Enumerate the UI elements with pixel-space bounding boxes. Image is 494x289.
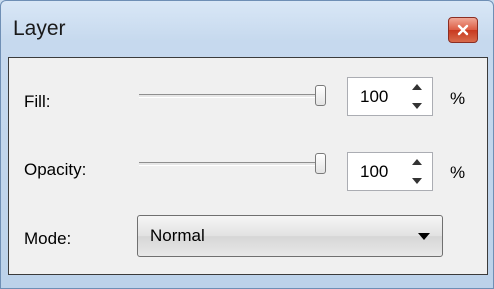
opacity-spin-up-button[interactable] [402,153,432,171]
down-arrow-icon [412,178,422,184]
opacity-spin-down-button[interactable] [402,172,432,190]
fill-value-input[interactable]: 100 [360,87,388,107]
opacity-unit: % [450,163,466,182]
fill-spin-buttons [402,78,432,115]
layer-settings-panel: Fill: 100 % Opacity: 100 % Mode: Normal [8,57,488,275]
up-arrow-icon [412,159,422,165]
dropdown-arrow-icon [418,233,430,240]
opacity-slider-track[interactable] [139,162,324,166]
mode-label: Mode: [24,229,72,248]
fill-slider-track[interactable] [139,94,324,98]
opacity-value-input[interactable]: 100 [360,162,388,182]
dialog-title: Layer [13,17,66,40]
fill-label: Fill: [24,92,51,111]
opacity-spinbox: 100 [347,152,433,191]
fill-unit: % [450,89,466,108]
layer-dialog: Layer Fill: 100 % Opacity: 100 % Mode: N… [0,0,494,289]
close-button[interactable] [448,17,478,43]
mode-selected-value: Normal [150,226,205,245]
down-arrow-icon [412,103,422,109]
fill-spin-down-button[interactable] [402,97,432,115]
opacity-spin-buttons [402,153,432,190]
fill-spinbox: 100 [347,77,433,116]
close-icon [457,24,469,36]
fill-spin-up-button[interactable] [402,78,432,96]
fill-slider-thumb[interactable] [315,85,326,106]
opacity-label: Opacity: [24,160,87,179]
opacity-slider-thumb[interactable] [315,153,326,174]
up-arrow-icon [412,84,422,90]
mode-dropdown[interactable]: Normal [137,215,443,257]
